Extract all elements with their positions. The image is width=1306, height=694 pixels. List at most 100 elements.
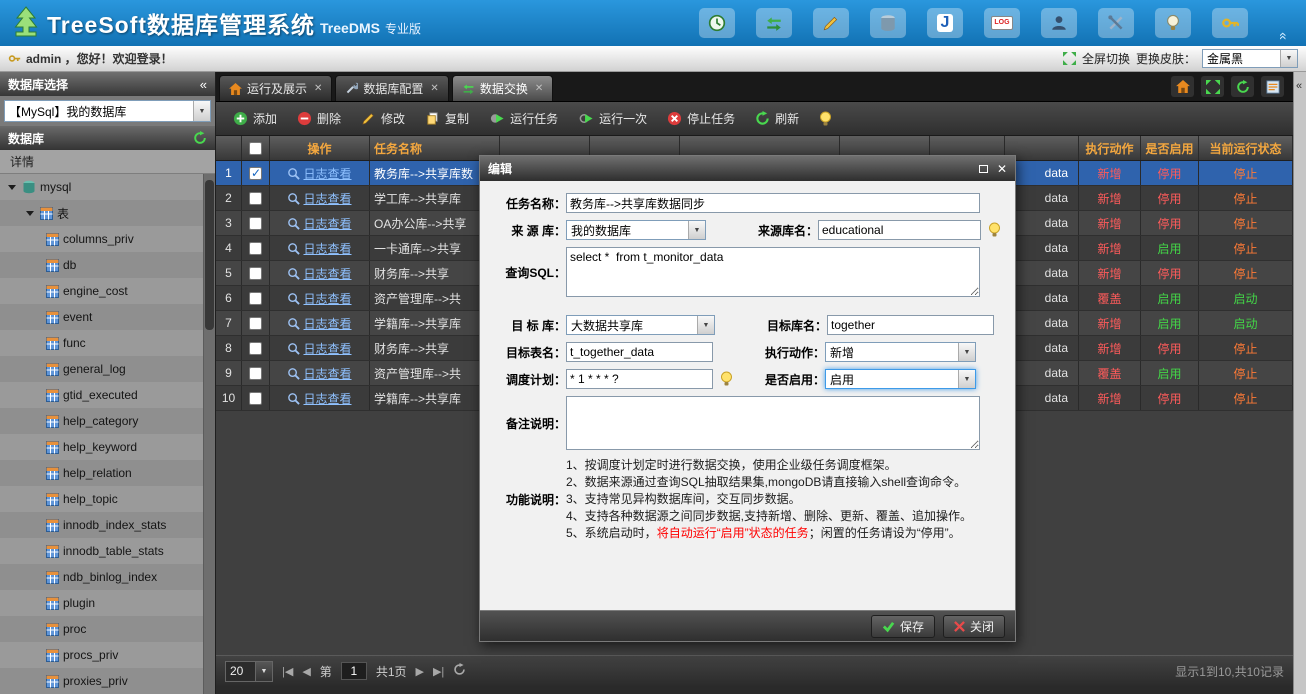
- fullscreen-label[interactable]: 全屏切换: [1082, 50, 1130, 67]
- tab-close-icon[interactable]: ✕: [314, 83, 322, 94]
- tree-table-item[interactable]: innodb_table_stats: [0, 538, 215, 564]
- row-checkbox[interactable]: [249, 217, 262, 230]
- enabled-select[interactable]: 启用 ▼: [825, 369, 976, 389]
- magnifier-icon[interactable]: [287, 242, 300, 255]
- timer-icon[interactable]: [699, 8, 735, 38]
- task-name-input[interactable]: [566, 193, 980, 213]
- list-icon[interactable]: [1261, 76, 1284, 97]
- fullscreen-icon[interactable]: [1201, 76, 1224, 97]
- sidebar-scrollbar[interactable]: [203, 174, 215, 694]
- tree-table-item[interactable]: help_topic: [0, 486, 215, 512]
- tree-table-item[interactable]: help_relation: [0, 460, 215, 486]
- tab-data-exchange[interactable]: 数据交换 ✕: [452, 75, 553, 101]
- row-checkbox[interactable]: [249, 192, 262, 205]
- tip-bulb-icon[interactable]: [988, 222, 1001, 238]
- magnifier-icon[interactable]: [287, 217, 300, 230]
- magnifier-icon[interactable]: [287, 292, 300, 305]
- sidebar-item-detail[interactable]: 详情: [0, 150, 215, 174]
- row-checkbox[interactable]: [249, 267, 262, 280]
- sync-icon[interactable]: [756, 8, 792, 38]
- row-checkbox[interactable]: [249, 292, 262, 305]
- save-button[interactable]: 保存: [871, 615, 935, 638]
- tree-table-item[interactable]: event: [0, 304, 215, 330]
- log-icon[interactable]: LOG: [984, 8, 1020, 38]
- tree-table-item[interactable]: general_log: [0, 356, 215, 382]
- log-view-link[interactable]: 日志查看: [303, 215, 351, 232]
- prev-page-button[interactable]: ◀: [302, 665, 310, 678]
- row-checkbox[interactable]: [249, 242, 262, 255]
- source-name-input[interactable]: [818, 220, 981, 240]
- edit-button[interactable]: 修改: [352, 106, 414, 131]
- tools-icon[interactable]: [1098, 8, 1134, 38]
- magnifier-icon[interactable]: [287, 367, 300, 380]
- add-button[interactable]: 添加: [224, 106, 286, 131]
- reload-page-icon[interactable]: [453, 663, 466, 679]
- tip-bulb-icon[interactable]: [720, 371, 733, 387]
- run-once-button[interactable]: 运行一次: [569, 106, 656, 131]
- east-collapse-strip[interactable]: «: [1293, 72, 1306, 694]
- tree-node-mysql[interactable]: mysql: [0, 174, 215, 200]
- tree-table-item[interactable]: proxies_priv: [0, 668, 215, 694]
- magnifier-icon[interactable]: [287, 392, 300, 405]
- refresh-tree-icon[interactable]: [193, 131, 207, 145]
- log-view-link[interactable]: 日志查看: [303, 265, 351, 282]
- tree-table-item[interactable]: proc: [0, 616, 215, 642]
- schedule-input[interactable]: [566, 369, 713, 389]
- home-icon[interactable]: [1171, 76, 1194, 97]
- tree-table-item[interactable]: db: [0, 252, 215, 278]
- tab-close-icon[interactable]: ✕: [430, 83, 438, 94]
- magnifier-icon[interactable]: [287, 267, 300, 280]
- log-view-link[interactable]: 日志查看: [303, 240, 351, 257]
- collapse-right-icon[interactable]: «: [1296, 80, 1302, 92]
- tree-table-item[interactable]: help_keyword: [0, 434, 215, 460]
- edit-icon[interactable]: [813, 8, 849, 38]
- fullscreen-icon[interactable]: [1063, 52, 1076, 65]
- jdbc-icon[interactable]: J: [927, 8, 963, 38]
- log-view-link[interactable]: 日志查看: [303, 290, 351, 307]
- row-checkbox[interactable]: [249, 392, 262, 405]
- tree-table-item[interactable]: innodb_index_stats: [0, 512, 215, 538]
- tip-bulb-icon[interactable]: [810, 107, 841, 131]
- row-checkbox[interactable]: [249, 367, 262, 380]
- page-number-input[interactable]: [341, 662, 367, 680]
- source-db-select[interactable]: 我的数据库 ▼: [566, 220, 706, 240]
- target-table-input[interactable]: [566, 342, 713, 362]
- magnifier-icon[interactable]: [287, 192, 300, 205]
- sql-textarea[interactable]: select * from t_monitor_data: [566, 247, 980, 297]
- run-task-button[interactable]: 运行任务: [480, 106, 567, 131]
- close-button[interactable]: 关闭: [943, 615, 1005, 638]
- tree-node-tables[interactable]: 表: [0, 200, 215, 226]
- magnifier-icon[interactable]: [287, 167, 300, 180]
- remark-textarea[interactable]: [566, 396, 980, 450]
- log-view-link[interactable]: 日志查看: [303, 315, 351, 332]
- dialog-restore-icon[interactable]: [979, 165, 988, 173]
- dialog-close-icon[interactable]: ✕: [997, 162, 1007, 176]
- action-select[interactable]: 新增 ▼: [825, 342, 976, 362]
- tree-table-item[interactable]: ndb_binlog_index: [0, 564, 215, 590]
- copy-button[interactable]: 复制: [416, 106, 478, 131]
- tree-table-item[interactable]: gtid_executed: [0, 382, 215, 408]
- expander-icon[interactable]: [26, 211, 34, 216]
- header-collapse-icon[interactable]: «: [1276, 32, 1292, 40]
- log-view-link[interactable]: 日志查看: [303, 390, 351, 407]
- first-page-button[interactable]: |◀: [282, 665, 293, 678]
- refresh-icon[interactable]: [1231, 76, 1254, 97]
- log-view-link[interactable]: 日志查看: [303, 190, 351, 207]
- key-icon[interactable]: [1212, 8, 1248, 38]
- magnifier-icon[interactable]: [287, 317, 300, 330]
- tree-table-item[interactable]: engine_cost: [0, 278, 215, 304]
- dialog-title-bar[interactable]: 编辑 ✕: [480, 156, 1015, 181]
- skin-select[interactable]: 金属黑 ▼: [1202, 49, 1298, 68]
- log-view-link[interactable]: 日志查看: [303, 365, 351, 382]
- database-select[interactable]: 【MySql】我的数据库 ▼: [4, 100, 211, 122]
- next-page-button[interactable]: ▶: [416, 665, 424, 678]
- expander-icon[interactable]: [8, 185, 16, 190]
- log-view-link[interactable]: 日志查看: [303, 165, 351, 182]
- scrollbar-thumb[interactable]: [205, 180, 214, 330]
- last-page-button[interactable]: ▶|: [433, 665, 444, 678]
- delete-button[interactable]: 删除: [288, 106, 350, 131]
- sidebar-collapse-icon[interactable]: «: [200, 77, 207, 92]
- page-size-select[interactable]: 20 ▼: [225, 661, 273, 682]
- user-icon[interactable]: [1041, 8, 1077, 38]
- refresh-button[interactable]: 刷新: [746, 106, 808, 131]
